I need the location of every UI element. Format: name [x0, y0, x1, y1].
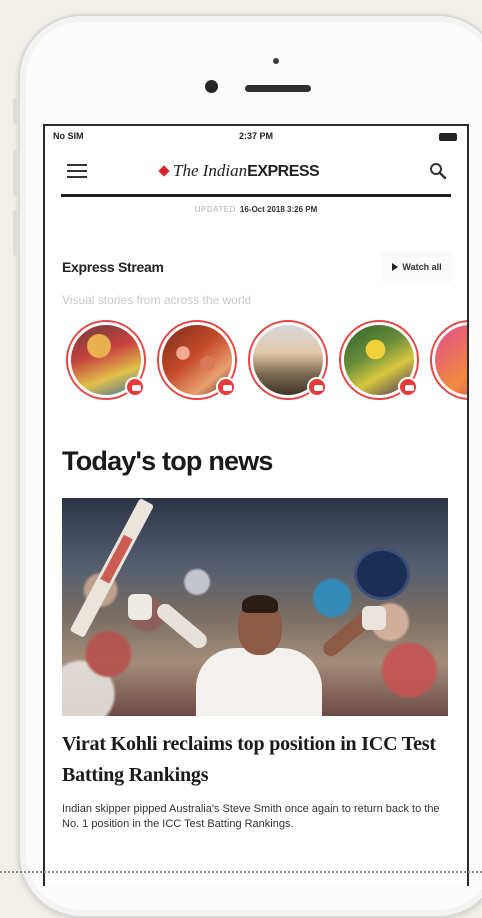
top-news-heading: Today's top news	[62, 446, 273, 476]
article-headline[interactable]: Virat Kohli reclaims top position in ICC…	[62, 729, 454, 791]
story-item[interactable]	[339, 320, 419, 400]
updated-label: UPDATED	[194, 205, 236, 214]
battery-icon	[439, 133, 457, 141]
app-screen: No SIM 2:37 PM The IndianEXPRESS UPDATED…	[43, 124, 469, 886]
video-badge-icon	[216, 377, 236, 397]
batting-glove-left	[128, 594, 152, 620]
express-stream-title: Express Stream	[62, 259, 164, 275]
proximity-sensor	[273, 58, 279, 64]
article-summary: Indian skipper pipped Australia's Steve …	[62, 803, 440, 830]
video-badge-icon	[398, 377, 418, 397]
story-item[interactable]	[157, 320, 237, 400]
updated-date: 16-Oct 2018 3:26 PM	[239, 205, 318, 214]
story-carousel[interactable]	[66, 320, 467, 410]
video-badge-icon	[125, 377, 145, 397]
watch-all-button[interactable]: Watch all	[381, 252, 453, 282]
article-hero-image[interactable]	[62, 498, 448, 716]
logo-diamond-icon	[158, 165, 170, 177]
cricket-helmet	[354, 548, 410, 600]
hamburger-menu-icon[interactable]	[67, 164, 87, 178]
story-item[interactable]	[66, 320, 146, 400]
status-bar: No SIM 2:37 PM	[45, 126, 467, 148]
player-jersey	[196, 648, 322, 716]
video-badge-icon	[307, 377, 327, 397]
search-icon[interactable]	[429, 162, 447, 180]
site-logo[interactable]: The IndianEXPRESS	[158, 161, 320, 181]
volume-up-button	[13, 150, 19, 196]
status-time: 2:37 PM	[238, 131, 273, 141]
express-stream-subtitle: Visual stories from across the world	[62, 293, 252, 307]
mute-switch	[13, 98, 19, 124]
logo-text-primary: The Indian	[173, 161, 248, 180]
earpiece-speaker	[245, 85, 311, 92]
header-divider	[61, 194, 451, 197]
logo-text-secondary: EXPRESS	[247, 163, 320, 180]
story-item[interactable]	[248, 320, 328, 400]
story-thumbnail	[435, 325, 467, 395]
front-camera	[205, 80, 218, 93]
play-icon	[392, 263, 399, 271]
player-head	[238, 595, 282, 655]
story-item[interactable]	[430, 320, 467, 400]
app-header: The IndianEXPRESS	[45, 152, 467, 190]
volume-down-button	[13, 210, 19, 256]
watch-all-label: Watch all	[402, 262, 442, 272]
batting-glove-right	[362, 606, 386, 630]
updated-timestamp: UPDATED 16-Oct 2018 3:26 PM	[45, 205, 467, 214]
